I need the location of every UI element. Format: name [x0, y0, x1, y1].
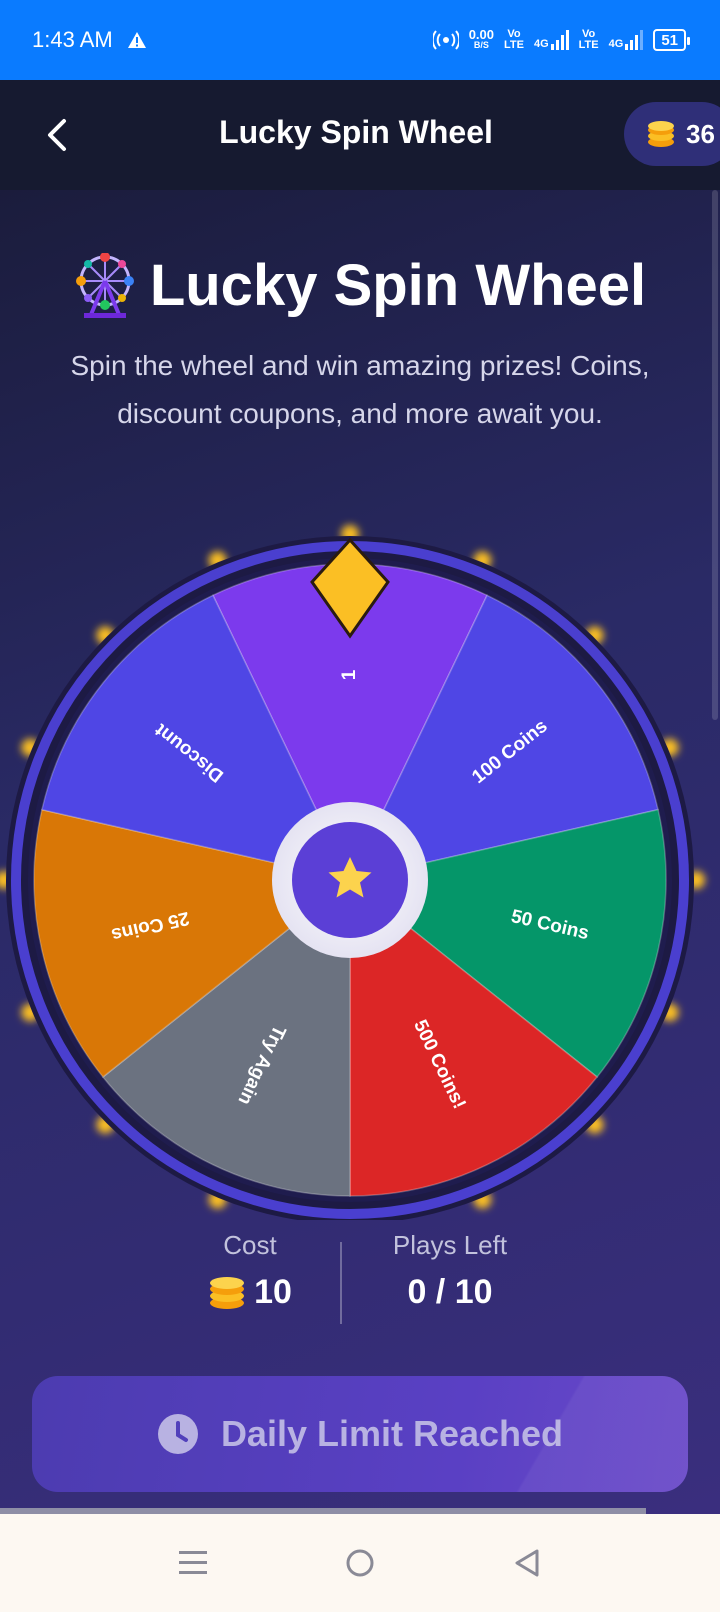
status-left: 1:43 AM [32, 27, 147, 53]
recent-apps-button[interactable] [163, 1533, 223, 1593]
hero-title-text: Lucky Spin Wheel [149, 253, 647, 318]
plays-value: 0 / 10 [407, 1273, 493, 1311]
spin-stats: Cost 10 Plays Left 0 / 10 [0, 1230, 720, 1350]
sim1-net: 4G [533, 38, 549, 50]
hotspot-icon [432, 30, 459, 50]
net-speed-value: 0.00 [468, 27, 494, 42]
app-screen: Lucky Spin Wheel 36 Lucky Spin Wheel Spi… [0, 80, 720, 1514]
hero-subtitle: Spin the wheel and win amazing prizes! C… [70, 350, 650, 429]
status-right: 0.00 B/S Vo LTE 4G Vo LTE 4G 51 [432, 27, 690, 51]
system-nav-bar [0, 1514, 720, 1612]
coin-balance-value: 36 [686, 118, 715, 149]
status-time: 1:43 AM [32, 27, 113, 52]
cost-label: Cost [223, 1230, 277, 1260]
coin-balance[interactable]: 36 [624, 102, 720, 166]
hero-title: Lucky Spin Wheel [0, 252, 720, 319]
plays-stat: Plays Left 0 / 10 [340, 1230, 560, 1312]
spin-wheel[interactable]: 1 100 Coins 50 Coins 500 Coins! Try Again 25 … [0, 460, 720, 1220]
triangle-back-icon [515, 1549, 539, 1577]
plays-label: Plays Left [392, 1230, 508, 1260]
home-circle-icon [346, 1549, 374, 1577]
net-speed: 0.00 B/S [468, 27, 494, 51]
sim2-net: 4G [608, 38, 624, 50]
back-nav-button[interactable] [497, 1533, 557, 1593]
daily-limit-label: Daily Limit Reached [220, 1413, 564, 1454]
app-header: Lucky Spin Wheel 36 [0, 80, 720, 190]
signal-icon [625, 30, 644, 50]
status-bar: 1:43 AM 0.00 B/S Vo LTE 4G Vo LTE 4G 51 [0, 0, 720, 80]
coins-icon [210, 1276, 245, 1309]
sim2-signal: 4G [609, 30, 644, 50]
cost-value-row: 10 [140, 1273, 360, 1312]
signal-icon [550, 30, 569, 50]
menu-icon [179, 1551, 208, 1574]
battery-icon: 51 [653, 29, 690, 51]
coins-icon [648, 121, 674, 147]
header-title: Lucky Spin Wheel [219, 114, 493, 150]
battery-level: 51 [661, 31, 678, 49]
sim1-volte: Vo LTE [504, 29, 524, 51]
sim2-bottom: LTE [578, 39, 599, 51]
daily-limit-button[interactable]: Daily Limit Reached [32, 1376, 688, 1492]
cost-value: 10 [254, 1273, 292, 1311]
alert-icon [127, 32, 146, 48]
sim1-signal: 4G [534, 30, 569, 50]
sim2-volte: Vo LTE [579, 29, 599, 51]
cost-stat: Cost 10 [140, 1230, 360, 1312]
clock-icon [157, 1414, 198, 1454]
net-speed-unit: B/S [473, 40, 489, 50]
sim1-bottom: LTE [504, 39, 524, 51]
wheel-segment-label: 1 [339, 669, 360, 680]
ferris-wheel-icon [75, 252, 134, 318]
home-button[interactable] [330, 1533, 390, 1593]
wheel-graphic[interactable]: 1100 Coins50 Coins500 Coins!Try Again25 … [0, 460, 720, 1220]
